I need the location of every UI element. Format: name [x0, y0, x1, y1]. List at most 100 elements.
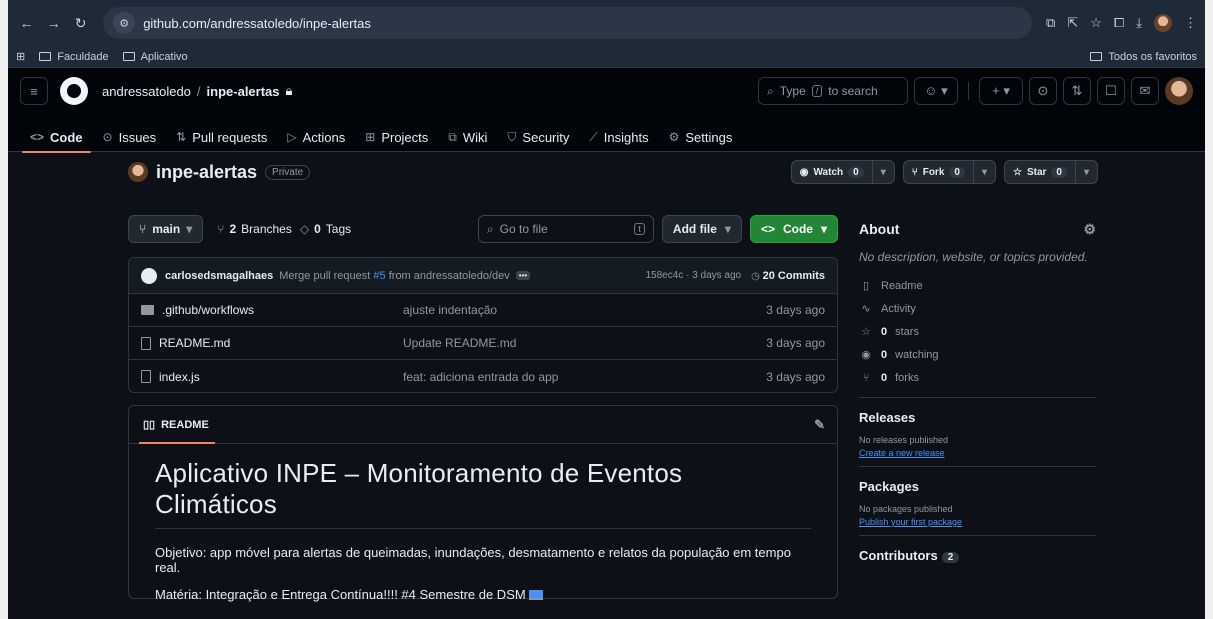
branch-selector[interactable]: ⑂ main ▾ [128, 215, 204, 243]
issue-icon: ⊙ [102, 130, 113, 144]
forks-label: forks [895, 371, 919, 384]
committer-avatar[interactable] [141, 267, 157, 284]
releases-title[interactable]: Releases [859, 410, 1096, 425]
tab-settings[interactable]: ⚙ Settings [661, 122, 741, 152]
commits-link[interactable]: ◷ 20 Commits [751, 270, 825, 282]
repo-name[interactable]: inpe-alertas [156, 162, 257, 183]
repo-link[interactable]: inpe-alertas [207, 84, 280, 99]
book-icon: ▯▯ [143, 419, 156, 431]
tab-actions[interactable]: ▷ Actions [279, 122, 353, 152]
file-commit-message[interactable]: ajuste indentação [403, 303, 766, 317]
chevron-down-icon[interactable]: ▾ [974, 167, 995, 178]
gear-icon[interactable]: ⚙ [1083, 221, 1096, 238]
tags-link[interactable]: ◇ 0 Tags [300, 222, 351, 236]
owner-avatar[interactable] [128, 162, 148, 182]
tab-issues[interactable]: ⊙ Issues [95, 122, 165, 152]
create-release-link[interactable]: Create a new release [859, 448, 1096, 458]
tab-wiki[interactable]: ⧉ Wiki [440, 122, 495, 152]
screen-edge-right [1205, 0, 1213, 619]
go-to-file-shortcut: t [634, 223, 645, 235]
edit-pencil-icon[interactable]: ✎ [814, 417, 825, 433]
about-header: About ⚙ [859, 214, 1096, 244]
issues-icon[interactable]: ⊙ [1029, 77, 1057, 105]
tab-security[interactable]: ⛉ Security [499, 122, 577, 152]
github-logo-icon[interactable] [60, 77, 88, 105]
cast-icon[interactable]: ⇱ [1067, 15, 1078, 31]
forward-icon[interactable]: → [43, 12, 64, 34]
repo-sidebar: About ⚙ No description, website, or topi… [859, 214, 1096, 573]
commit-hash-age[interactable]: 158ec4c · 3 days ago [646, 270, 742, 281]
chevron-down-icon[interactable]: ▾ [1076, 167, 1097, 178]
code-button[interactable]: <> Code ▾ [749, 215, 838, 243]
browser-actions: ⧉ ⇱ ☆ ⧠ ⤓ ⋮ [1046, 14, 1197, 32]
branches-link[interactable]: ⑂ 2 Branches [217, 222, 292, 236]
translate-icon[interactable]: ⧉ [1046, 15, 1055, 31]
commit-message-prefix: Merge pull request [279, 269, 371, 282]
star-button[interactable]: ☆ Star 0 ▾ [1003, 160, 1098, 184]
watching-label: watching [895, 348, 939, 361]
user-avatar[interactable] [1165, 77, 1193, 105]
file-commit-message[interactable]: feat: adiciona entrada do app [403, 370, 766, 384]
star-icon: ☆ [1012, 166, 1022, 178]
bookmark-aplicativo[interactable]: Aplicativo [122, 51, 188, 63]
repo-actions: ◉ Watch 0 ▾ ⑂ Fork 0 ▾ ☆ Star 0 ▾ [790, 160, 1098, 184]
table-row[interactable]: .github/workflows ajuste indentação 3 da… [129, 294, 837, 327]
publish-package-link[interactable]: Publish your first package [859, 517, 1096, 527]
watch-button[interactable]: ◉ Watch 0 ▾ [790, 160, 895, 184]
file-name[interactable]: README.md [141, 336, 403, 350]
copilot-button[interactable]: ☺ ▾ [914, 77, 958, 105]
eye-icon: ◉ [799, 166, 809, 178]
download-icon[interactable]: ⤓ [1136, 15, 1142, 31]
readme-tab[interactable]: ▯▯ README [139, 406, 215, 444]
tab-insights[interactable]: ⟋ Insights [581, 122, 656, 152]
pull-requests-icon[interactable]: ⇅ [1063, 77, 1091, 105]
menu-icon[interactable]: ⋮ [1184, 15, 1197, 31]
chevron-down-icon[interactable]: ▾ [873, 167, 894, 178]
readme-body: Aplicativo INPE – Monitoramento de Event… [129, 444, 837, 602]
go-to-file-input[interactable]: ⌕ Go to file t [477, 215, 654, 243]
file-name[interactable]: .github/workflows [141, 303, 403, 317]
commit-author[interactable]: carlosedsmagalhaes [165, 270, 273, 282]
ellipsis-icon[interactable]: ••• [515, 271, 531, 280]
file-commit-message[interactable]: Update README.md [403, 336, 766, 350]
hamburger-menu-icon[interactable]: ≡ [20, 77, 48, 105]
table-row[interactable]: index.js feat: adiciona entrada do app 3… [129, 360, 837, 392]
tab-code[interactable]: <> Code [22, 122, 91, 153]
browser-toolbar: ← → ↻ ⚙ github.com/andressatoledo/inpe-a… [8, 0, 1205, 46]
file-name[interactable]: index.js [141, 370, 403, 384]
table-row[interactable]: README.md Update README.md 3 days ago [129, 327, 837, 360]
chevron-down-icon: ▾ [186, 222, 193, 236]
watching-link[interactable]: ◉ 0 watching [859, 343, 1096, 366]
owner-link[interactable]: andressatoledo [102, 84, 191, 99]
extensions-icon[interactable]: ⧠ [1114, 15, 1124, 31]
address-bar[interactable]: ⚙ github.com/andressatoledo/inpe-alertas [103, 7, 1032, 39]
profile-avatar[interactable] [1154, 14, 1173, 32]
activity-link[interactable]: ∿ Activity [859, 297, 1096, 320]
apps-icon[interactable]: ⊞ [16, 50, 25, 63]
commit-message-suffix[interactable]: from andressatoledo/dev [389, 270, 510, 282]
site-info-icon[interactable]: ⚙ [113, 12, 136, 34]
pull-request-link[interactable]: #5 [373, 270, 385, 282]
url-text[interactable]: github.com/andressatoledo/inpe-alertas [143, 16, 371, 31]
folder-icon [39, 52, 52, 61]
github-header: ≡ andressatoledo / inpe-alertas 🔒︎ ⌕ Typ… [8, 68, 1205, 153]
readme-link[interactable]: ▯ Readme [859, 274, 1096, 297]
bookmark-faculdade[interactable]: Faculdade [39, 51, 109, 63]
bookmark-star-icon[interactable]: ☆ [1090, 15, 1102, 31]
bookmark-all[interactable]: Todos os favoritos [1090, 51, 1197, 63]
create-new-button[interactable]: + ▾ [979, 77, 1023, 105]
packages-title[interactable]: Packages [859, 479, 1096, 494]
fork-button[interactable]: ⑂ Fork 0 ▾ [902, 160, 996, 184]
back-icon[interactable]: ← [16, 12, 37, 34]
reload-icon[interactable]: ↻ [70, 12, 91, 34]
inbox-icon[interactable]: ✉ [1131, 77, 1159, 105]
search-input[interactable]: ⌕ Type / to search [758, 77, 908, 105]
forks-link[interactable]: ⑂ 0 forks [859, 366, 1096, 389]
tab-projects[interactable]: ⊞ Projects [357, 122, 436, 152]
stars-link[interactable]: ☆ 0 stars [859, 320, 1096, 343]
discussions-icon[interactable]: ☐ [1097, 77, 1125, 105]
file-date: 3 days ago [766, 336, 825, 350]
tab-pull-requests[interactable]: ⇅ Pull requests [168, 122, 275, 152]
contributors-title[interactable]: Contributors 2 [859, 548, 1096, 563]
add-file-button[interactable]: Add file ▾ [661, 215, 742, 243]
